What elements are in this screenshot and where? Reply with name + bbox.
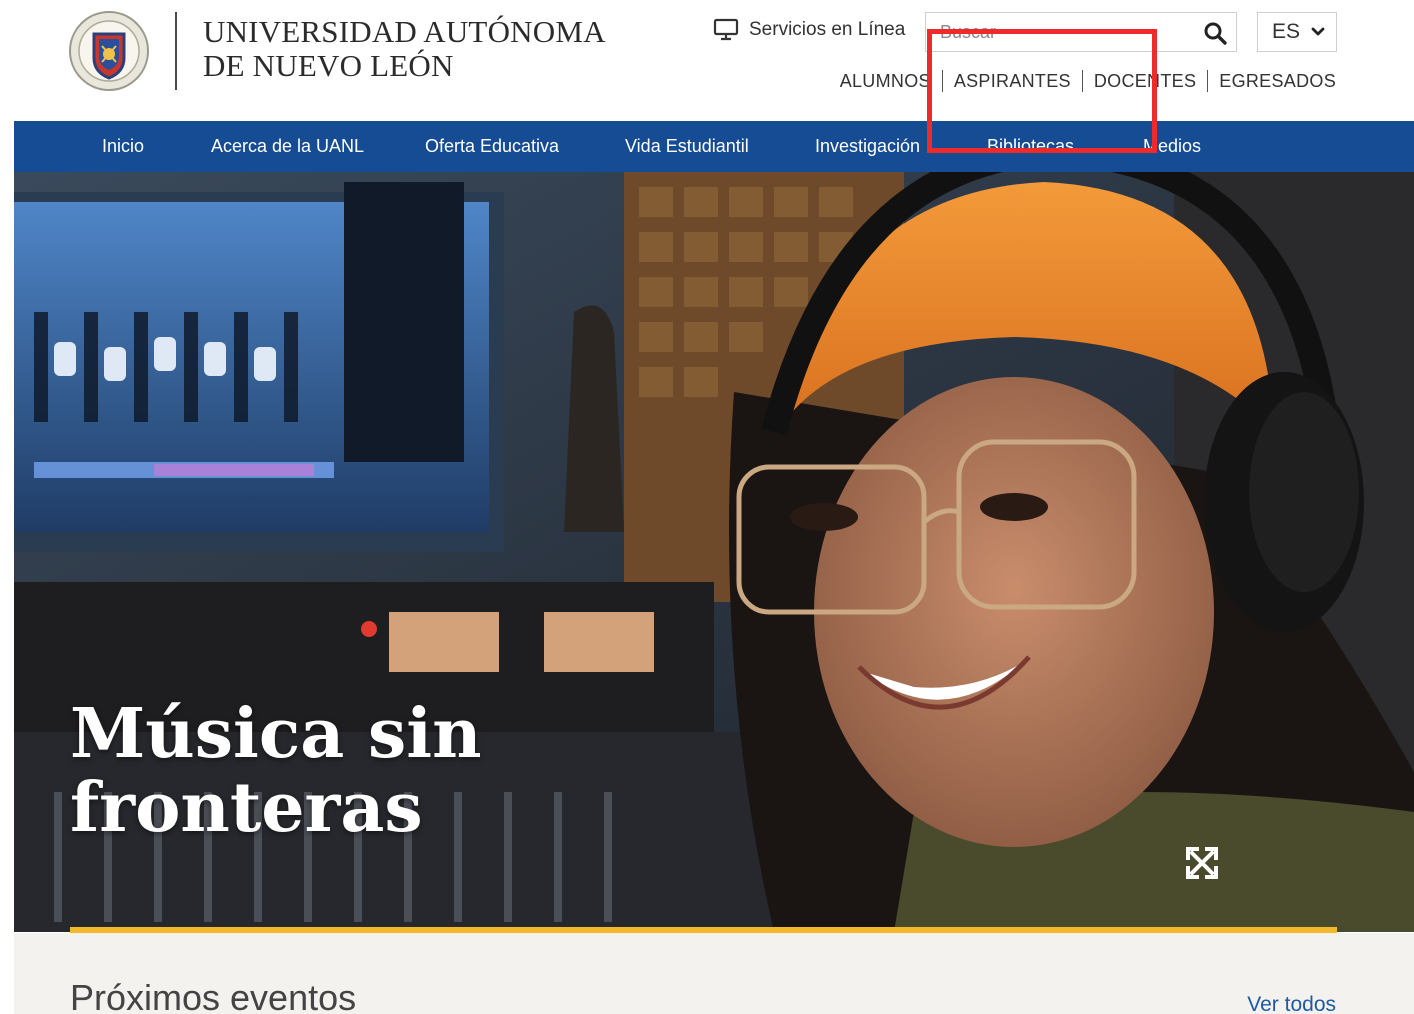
nav-item-medios[interactable]: Medios [1143, 121, 1201, 172]
university-name-line1: UNIVERSIDAD AUTÓNOMA [203, 14, 606, 49]
nav-item-vida-estudiantil[interactable]: Vida Estudiantil [625, 121, 749, 172]
language-selector[interactable]: ES [1257, 12, 1337, 52]
audience-link-aspirantes[interactable]: ASPIRANTES [954, 71, 1071, 92]
site-header: UNIVERSIDAD AUTÓNOMA DE NUEVO LEÓN Servi… [0, 0, 1414, 121]
search-box [925, 12, 1237, 52]
nav-item-investigacion[interactable]: Investigación [815, 121, 920, 172]
hero-title-line2: fronteras [70, 768, 423, 848]
nav-item-acerca[interactable]: Acerca de la UANL [211, 121, 364, 172]
language-label: ES [1272, 20, 1301, 43]
audience-link-alumnos[interactable]: ALUMNOS [840, 71, 931, 92]
university-name[interactable]: UNIVERSIDAD AUTÓNOMA DE NUEVO LEÓN [203, 15, 606, 83]
hero-title-line1: Música sin [70, 694, 482, 774]
university-seal-logo[interactable] [66, 10, 152, 92]
monitor-icon [713, 18, 739, 41]
audience-separator [1207, 70, 1209, 92]
audience-link-docentes[interactable]: DOCENTES [1094, 71, 1196, 92]
hero-title[interactable]: Música sin fronteras [70, 697, 482, 845]
expand-icon[interactable] [1184, 845, 1220, 881]
audience-link-egresados[interactable]: EGRESADOS [1219, 71, 1336, 92]
search-input[interactable] [926, 21, 1186, 43]
events-section: Próximos eventos Ver todos [14, 933, 1414, 1014]
events-title: Próximos eventos [70, 977, 357, 1014]
logo-divider [175, 12, 177, 90]
university-name-line2: DE NUEVO LEÓN [203, 48, 454, 83]
servicios-en-linea-link[interactable]: Servicios en Línea [713, 18, 905, 42]
hero-banner[interactable]: Música sin fronteras [14, 172, 1414, 932]
nav-item-oferta-educativa[interactable]: Oferta Educativa [425, 121, 559, 172]
chevron-down-icon [1311, 27, 1325, 36]
audience-separator [1081, 70, 1083, 92]
main-navigation: Inicio Acerca de la UANL Oferta Educativ… [14, 121, 1414, 172]
audience-separator [941, 70, 943, 92]
nav-item-bibliotecas[interactable]: Bibliotecas [987, 121, 1074, 172]
nav-item-inicio[interactable]: Inicio [102, 121, 144, 172]
search-icon[interactable] [1202, 20, 1228, 46]
servicios-label: Servicios en Línea [749, 19, 906, 40]
audience-links: ALUMNOS ASPIRANTES DOCENTES EGRESADOS [840, 70, 1336, 92]
see-all-events-link[interactable]: Ver todos [1247, 993, 1336, 1014]
